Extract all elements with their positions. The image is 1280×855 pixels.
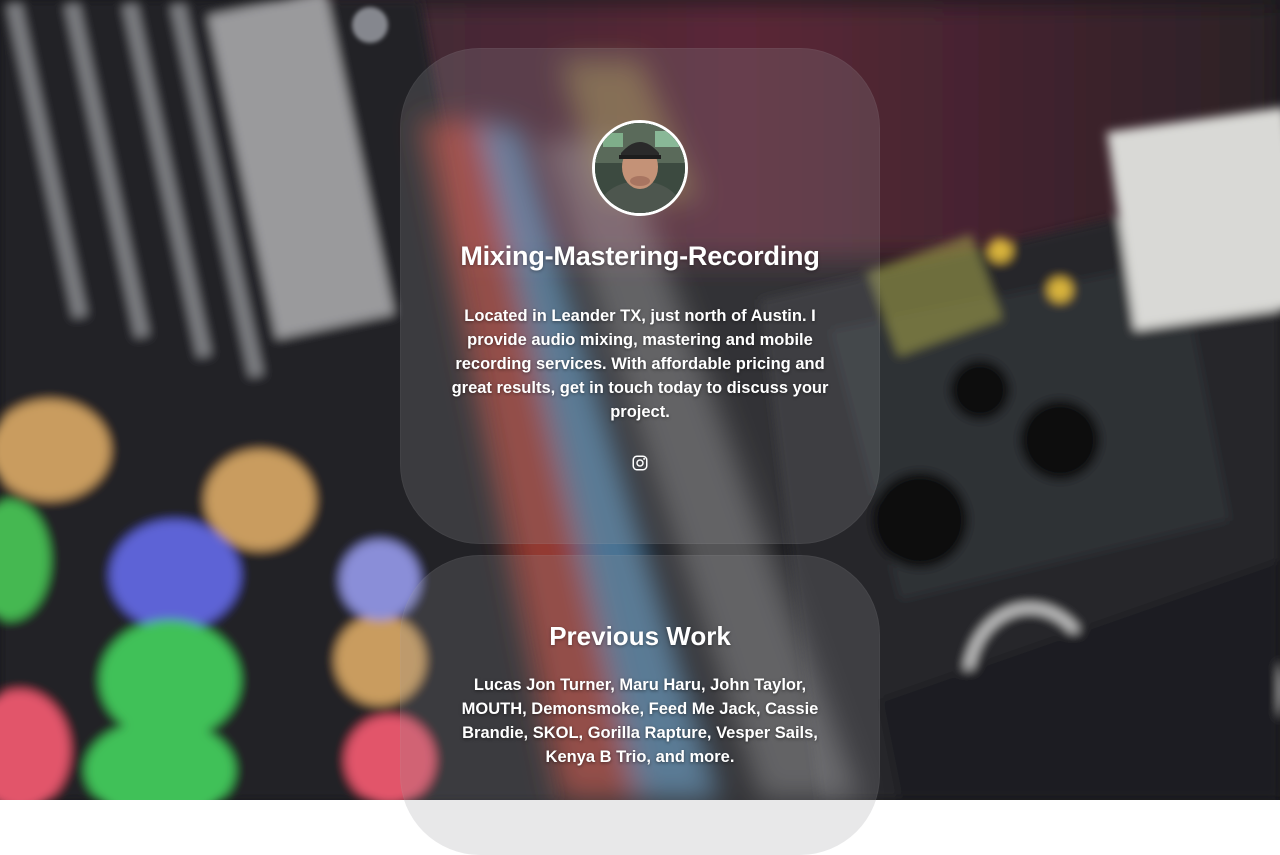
- profile-card: Mixing-Mastering-Recording Located in Le…: [400, 48, 880, 544]
- avatar: [592, 120, 688, 216]
- profile-bio: Located in Leander TX, just north of Aus…: [451, 307, 829, 421]
- profile-title: Mixing-Mastering-Recording: [460, 241, 820, 271]
- profile-photo: [595, 123, 685, 213]
- previous-work-card: Previous Work Lucas Jon Turner, Maru Har…: [400, 555, 880, 855]
- instagram-icon: [632, 455, 648, 471]
- instagram-link[interactable]: [629, 452, 651, 474]
- previous-work-list: Lucas Jon Turner, Maru Haru, John Taylor…: [461, 676, 819, 766]
- previous-work-title: Previous Work: [549, 621, 731, 651]
